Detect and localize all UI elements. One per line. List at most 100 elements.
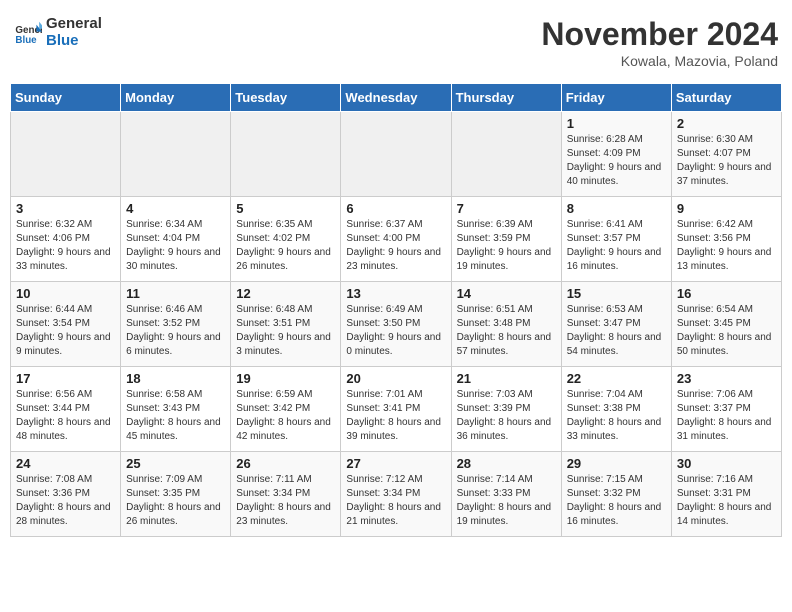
location: Kowala, Mazovia, Poland — [541, 53, 778, 69]
week-row-1: 1 Sunrise: 6:28 AMSunset: 4:09 PMDaylight… — [11, 112, 782, 197]
day-number: 15 — [567, 286, 666, 301]
weekday-header-friday: Friday — [561, 84, 671, 112]
weekday-header-saturday: Saturday — [671, 84, 781, 112]
day-cell — [121, 112, 231, 197]
day-info: Sunrise: 7:01 AMSunset: 3:41 PMDaylight:… — [346, 388, 445, 444]
day-cell: 27 Sunrise: 7:12 AMSunset: 3:34 PMDayligh… — [341, 452, 451, 537]
day-number: 17 — [16, 371, 115, 386]
day-info: Sunrise: 7:15 AMSunset: 3:32 PMDaylight:… — [567, 473, 666, 529]
day-info: Sunrise: 6:56 AMSunset: 3:44 PMDaylight:… — [16, 388, 115, 444]
title-area: November 2024 Kowala, Mazovia, Poland — [541, 16, 778, 69]
day-number: 23 — [677, 371, 776, 386]
day-cell: 25 Sunrise: 7:09 AMSunset: 3:35 PMDayligh… — [121, 452, 231, 537]
day-info: Sunrise: 6:54 AMSunset: 3:45 PMDaylight:… — [677, 303, 776, 359]
day-info: Sunrise: 6:39 AMSunset: 3:59 PMDaylight:… — [457, 218, 556, 274]
day-cell: 1 Sunrise: 6:28 AMSunset: 4:09 PMDaylight… — [561, 112, 671, 197]
day-cell: 7Sunrise: 6:39 AMSunset: 3:59 PMDaylight… — [451, 197, 561, 282]
day-number: 21 — [457, 371, 556, 386]
day-info: Sunrise: 6:46 AMSunset: 3:52 PMDaylight:… — [126, 303, 225, 359]
day-info: Sunrise: 7:08 AMSunset: 3:36 PMDaylight:… — [16, 473, 115, 529]
day-cell: 30 Sunrise: 7:16 AMSunset: 3:31 PMDayligh… — [671, 452, 781, 537]
day-info: Sunrise: 6:53 AMSunset: 3:47 PMDaylight:… — [567, 303, 666, 359]
day-number: 20 — [346, 371, 445, 386]
day-number: 25 — [126, 456, 225, 471]
day-info: Sunrise: 6:44 AMSunset: 3:54 PMDaylight:… — [16, 303, 115, 359]
day-cell: 28 Sunrise: 7:14 AMSunset: 3:33 PMDayligh… — [451, 452, 561, 537]
day-cell: 21 Sunrise: 7:03 AMSunset: 3:39 PMDayligh… — [451, 367, 561, 452]
logo: General Blue General Blue — [14, 16, 102, 49]
day-cell — [231, 112, 341, 197]
day-cell: 22Sunrise: 7:04 AMSunset: 3:38 PMDayligh… — [561, 367, 671, 452]
day-info: Sunrise: 7:11 AMSunset: 3:34 PMDaylight:… — [236, 473, 335, 529]
day-cell: 29 Sunrise: 7:15 AMSunset: 3:32 PMDayligh… — [561, 452, 671, 537]
weekday-header-sunday: Sunday — [11, 84, 121, 112]
day-cell: 16 Sunrise: 6:54 AMSunset: 3:45 PMDayligh… — [671, 282, 781, 367]
day-cell: 19 Sunrise: 6:59 AMSunset: 3:42 PMDayligh… — [231, 367, 341, 452]
day-cell: 12Sunrise: 6:48 AMSunset: 3:51 PMDayligh… — [231, 282, 341, 367]
day-info: Sunrise: 6:51 AMSunset: 3:48 PMDaylight:… — [457, 303, 556, 359]
day-cell: 10 Sunrise: 6:44 AMSunset: 3:54 PMDayligh… — [11, 282, 121, 367]
weekday-header-row: SundayMondayTuesdayWednesdayThursdayFrid… — [11, 84, 782, 112]
day-info: Sunrise: 6:59 AMSunset: 3:42 PMDaylight:… — [236, 388, 335, 444]
day-number: 22 — [567, 371, 666, 386]
day-number: 4 — [126, 201, 225, 216]
day-cell — [11, 112, 121, 197]
day-number: 24 — [16, 456, 115, 471]
day-number: 14 — [457, 286, 556, 301]
day-number: 3 — [16, 201, 115, 216]
day-info: Sunrise: 7:12 AMSunset: 3:34 PMDaylight:… — [346, 473, 445, 529]
day-cell — [341, 112, 451, 197]
day-number: 27 — [346, 456, 445, 471]
svg-text:Blue: Blue — [15, 34, 37, 45]
day-number: 2 — [677, 116, 776, 131]
day-cell: 9 Sunrise: 6:42 AMSunset: 3:56 PMDaylight… — [671, 197, 781, 282]
logo-icon: General Blue — [14, 19, 42, 47]
day-number: 5 — [236, 201, 335, 216]
day-number: 28 — [457, 456, 556, 471]
day-info: Sunrise: 6:34 AMSunset: 4:04 PMDaylight:… — [126, 218, 225, 274]
day-info: Sunrise: 7:14 AMSunset: 3:33 PMDaylight:… — [457, 473, 556, 529]
week-row-2: 3 Sunrise: 6:32 AMSunset: 4:06 PMDaylight… — [11, 197, 782, 282]
weekday-header-thursday: Thursday — [451, 84, 561, 112]
day-number: 10 — [16, 286, 115, 301]
day-cell: 17 Sunrise: 6:56 AMSunset: 3:44 PMDayligh… — [11, 367, 121, 452]
day-info: Sunrise: 6:32 AMSunset: 4:06 PMDaylight:… — [16, 218, 115, 274]
week-row-5: 24 Sunrise: 7:08 AMSunset: 3:36 PMDayligh… — [11, 452, 782, 537]
week-row-3: 10 Sunrise: 6:44 AMSunset: 3:54 PMDayligh… — [11, 282, 782, 367]
day-cell: 26 Sunrise: 7:11 AMSunset: 3:34 PMDayligh… — [231, 452, 341, 537]
day-cell: 23 Sunrise: 7:06 AMSunset: 3:37 PMDayligh… — [671, 367, 781, 452]
day-info: Sunrise: 7:09 AMSunset: 3:35 PMDaylight:… — [126, 473, 225, 529]
day-number: 26 — [236, 456, 335, 471]
day-info: Sunrise: 7:06 AMSunset: 3:37 PMDaylight:… — [677, 388, 776, 444]
day-info: Sunrise: 6:41 AMSunset: 3:57 PMDaylight:… — [567, 218, 666, 274]
logo-text-line1: General — [46, 16, 102, 33]
day-number: 29 — [567, 456, 666, 471]
day-info: Sunrise: 7:16 AMSunset: 3:31 PMDaylight:… — [677, 473, 776, 529]
day-info: Sunrise: 6:30 AMSunset: 4:07 PMDaylight:… — [677, 133, 776, 189]
day-info: Sunrise: 7:03 AMSunset: 3:39 PMDaylight:… — [457, 388, 556, 444]
day-info: Sunrise: 6:35 AMSunset: 4:02 PMDaylight:… — [236, 218, 335, 274]
day-cell: 18 Sunrise: 6:58 AMSunset: 3:43 PMDayligh… — [121, 367, 231, 452]
day-info: Sunrise: 6:58 AMSunset: 3:43 PMDaylight:… — [126, 388, 225, 444]
day-cell: 15 Sunrise: 6:53 AMSunset: 3:47 PMDayligh… — [561, 282, 671, 367]
day-cell: 20 Sunrise: 7:01 AMSunset: 3:41 PMDayligh… — [341, 367, 451, 452]
day-cell: 14 Sunrise: 6:51 AMSunset: 3:48 PMDayligh… — [451, 282, 561, 367]
day-cell: 2 Sunrise: 6:30 AMSunset: 4:07 PMDaylight… — [671, 112, 781, 197]
day-info: Sunrise: 6:37 AMSunset: 4:00 PMDaylight:… — [346, 218, 445, 274]
day-number: 1 — [567, 116, 666, 131]
day-info: Sunrise: 6:28 AMSunset: 4:09 PMDaylight:… — [567, 133, 666, 189]
day-number: 30 — [677, 456, 776, 471]
month-title: November 2024 — [541, 16, 778, 53]
day-cell: 8Sunrise: 6:41 AMSunset: 3:57 PMDaylight… — [561, 197, 671, 282]
day-cell: 4 Sunrise: 6:34 AMSunset: 4:04 PMDaylight… — [121, 197, 231, 282]
day-number: 12 — [236, 286, 335, 301]
day-number: 11 — [126, 286, 225, 301]
day-number: 9 — [677, 201, 776, 216]
day-number: 18 — [126, 371, 225, 386]
day-number: 16 — [677, 286, 776, 301]
logo-text-line2: Blue — [46, 33, 102, 50]
day-cell: 24 Sunrise: 7:08 AMSunset: 3:36 PMDayligh… — [11, 452, 121, 537]
day-cell: 6Sunrise: 6:37 AMSunset: 4:00 PMDaylight… — [341, 197, 451, 282]
day-info: Sunrise: 6:42 AMSunset: 3:56 PMDaylight:… — [677, 218, 776, 274]
day-number: 19 — [236, 371, 335, 386]
